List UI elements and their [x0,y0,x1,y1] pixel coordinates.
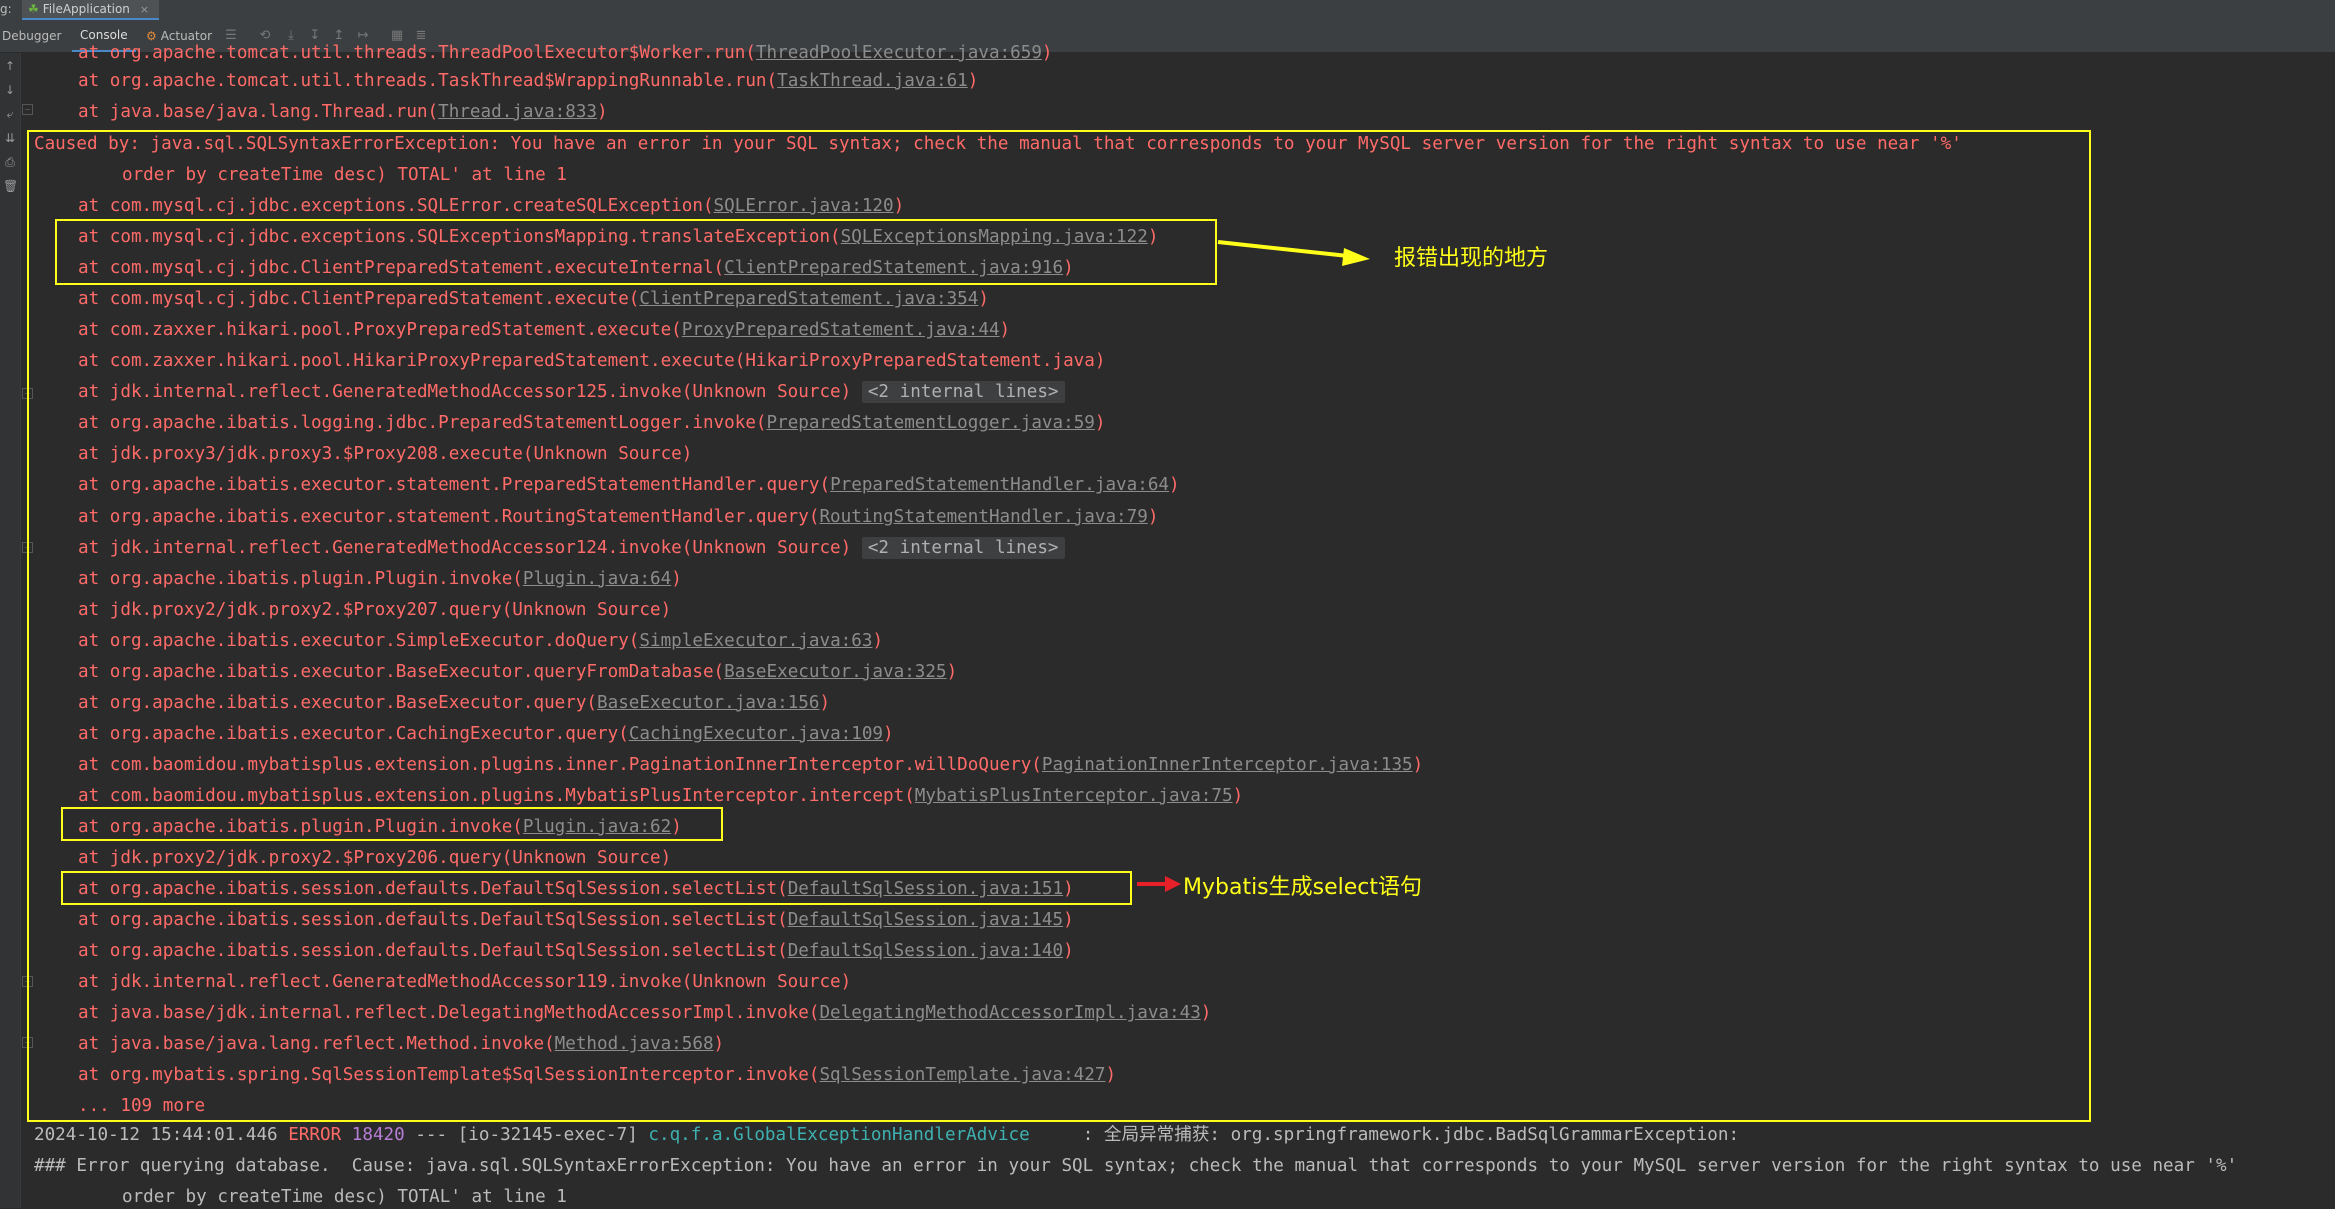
soft-wrap-icon[interactable]: ⤶ [3,107,17,121]
error-location-highlight-box [55,219,1217,285]
mybatis-select-annotation: Mybatis生成select语句 [1183,875,1423,900]
stack-frame: at org.apache.tomcat.util.threads.TaskTh… [78,71,979,91]
stack-frame: at java.base/java.lang.Thread.run(Thread… [78,102,608,122]
run-label: g: [0,2,12,16]
red-arrow-icon [1137,876,1181,892]
tab-file-application[interactable]: ☘ FileApplication × [22,0,160,20]
log-timestamp: 2024-10-12 15:44:01.446 [34,1125,278,1145]
console-gutter: ↑ ↓ ⤶ ⇊ ⎙ 🗑 [0,53,21,1208]
spring-boot-icon: ☘ [28,2,39,16]
source-link[interactable]: TaskThread.java:61 [777,71,968,91]
trash-icon[interactable]: 🗑 [3,179,18,193]
yellow-arrow-icon [1217,240,1370,266]
arrow-up-icon[interactable]: ↑ [3,59,17,73]
tab-console-label: Console [80,28,128,42]
source-link[interactable]: Thread.java:833 [438,102,597,122]
log-message: : 全局异常捕获: org.springframework.jdbc.BadSq… [1082,1125,1740,1145]
run-tool-window-header: g: ☘ FileApplication × [0,0,2335,21]
fold-marker[interactable]: − [22,104,33,115]
source-link[interactable]: ThreadPoolExecutor.java:659 [756,43,1042,63]
run-config-name: FileApplication [42,2,130,16]
log-thread: --- [io-32145-exec-7] [415,1125,638,1145]
log-logger[interactable]: c.q.f.a.GlobalExceptionHandlerAdvice [648,1125,1029,1145]
error-querying-continuation: order by createTime desc) TOTAL' at line… [122,1187,567,1207]
log-pid: 18420 [351,1125,405,1145]
error-location-annotation: 报错出现的地方 [1394,246,1549,271]
log-line: 2024-10-12 15:44:01.446 ERROR 18420 --- … [34,1123,1739,1147]
select-list-highlight-box [61,871,1132,905]
print-icon[interactable]: ⎙ [3,155,17,169]
plugin-invoke-highlight-box [61,807,723,841]
error-querying-line: ### Error querying database. Cause: java… [34,1156,2238,1176]
tab-debugger[interactable]: Debugger [2,20,61,52]
arrow-down-icon[interactable]: ↓ [3,83,17,97]
tab-debugger-label: Debugger [2,29,62,43]
stack-frame: at org.apache.tomcat.util.threads.Thread… [78,43,1053,63]
close-icon[interactable]: × [140,3,149,16]
log-level: ERROR [288,1125,342,1145]
scroll-end-icon[interactable]: ⇊ [3,131,17,145]
